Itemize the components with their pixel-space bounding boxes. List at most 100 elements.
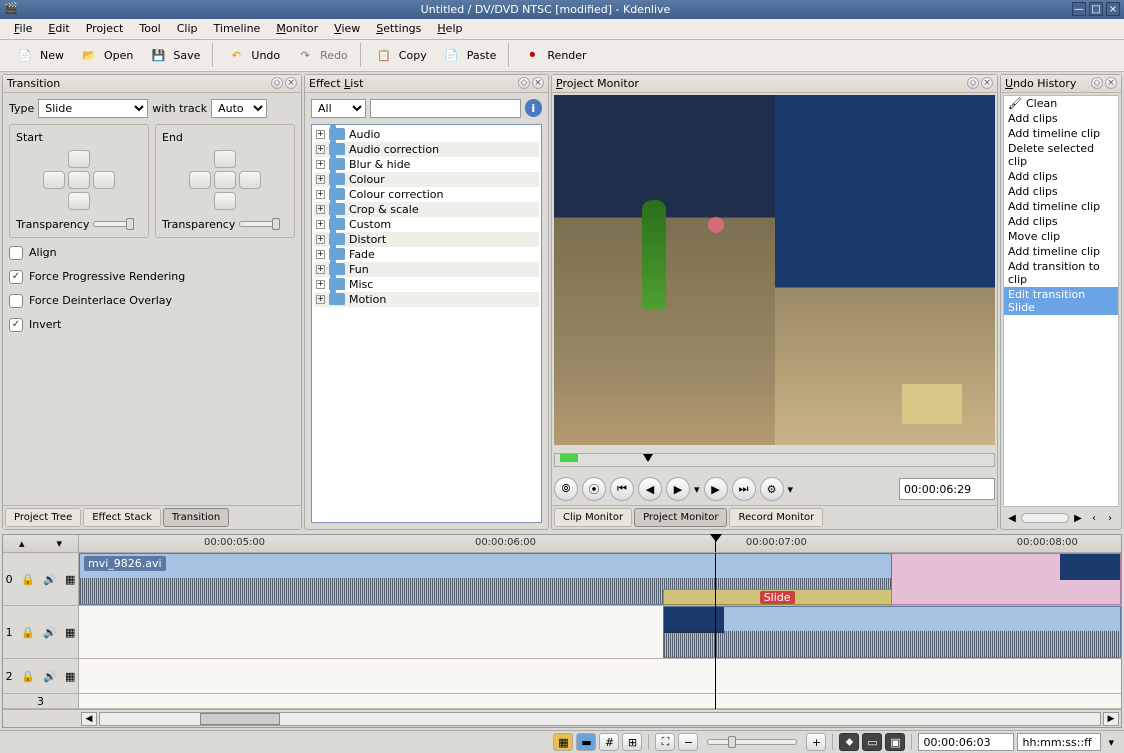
history-item[interactable]: Add timeline clip: [1004, 244, 1118, 259]
video-preview[interactable]: [554, 95, 995, 446]
effect-category[interactable]: +Custom: [314, 217, 539, 232]
end-right-button[interactable]: [239, 171, 261, 189]
play-dropdown[interactable]: ▾: [694, 483, 700, 496]
save-button[interactable]: 💾Save: [141, 41, 206, 69]
history-item[interactable]: Add transition to clip: [1004, 259, 1118, 287]
force-deinterlace-checkbox[interactable]: Force Deinterlace Overlay: [9, 292, 295, 310]
history-item[interactable]: Add clips: [1004, 184, 1118, 199]
monitor-timecode[interactable]: 00:00:06:29: [899, 478, 995, 500]
menu-file[interactable]: File: [6, 20, 40, 37]
expand-icon[interactable]: +: [316, 250, 325, 259]
menu-timeline[interactable]: Timeline: [206, 20, 269, 37]
start-right-button[interactable]: [93, 171, 115, 189]
timeline-scrollbar[interactable]: [99, 712, 1101, 726]
status-timecode[interactable]: 00:00:06:03: [918, 733, 1014, 751]
effect-category[interactable]: +Colour correction: [314, 187, 539, 202]
zoom-out-button[interactable]: −: [678, 733, 698, 751]
menu-edit[interactable]: Edit: [40, 20, 77, 37]
start-center-button[interactable]: [68, 171, 90, 189]
hist-scrollbar[interactable]: [1021, 513, 1069, 523]
expand-icon[interactable]: +: [316, 190, 325, 199]
open-button[interactable]: 📂Open: [72, 41, 139, 69]
history-item[interactable]: 🖌Clean: [1004, 96, 1118, 111]
timeline-scroll-right[interactable]: ▶: [1103, 712, 1119, 726]
effect-category[interactable]: +Crop & scale: [314, 202, 539, 217]
history-item[interactable]: Add timeline clip: [1004, 126, 1118, 141]
expand-icon[interactable]: +: [316, 145, 325, 154]
tab-project-monitor[interactable]: Project Monitor: [634, 508, 727, 527]
timeline-ruler[interactable]: 00:00:05:00 00:00:06:00 00:00:07:00 00:0…: [79, 535, 1121, 552]
panel-close-button[interactable]: ×: [981, 77, 993, 89]
lock-icon[interactable]: 🔒: [21, 626, 35, 639]
menu-clip[interactable]: Clip: [169, 20, 206, 37]
expand-icon[interactable]: +: [316, 235, 325, 244]
force-progressive-checkbox[interactable]: ✓Force Progressive Rendering: [9, 268, 295, 286]
history-list[interactable]: 🖌CleanAdd clipsAdd timeline clipDelete s…: [1003, 95, 1119, 508]
spacer-icon[interactable]: ▭: [862, 733, 882, 751]
go-start-button[interactable]: ⦾: [554, 477, 578, 501]
effect-category[interactable]: +Motion: [314, 292, 539, 307]
step-forward-button[interactable]: ▶: [704, 477, 728, 501]
effect-category[interactable]: +Misc: [314, 277, 539, 292]
end-left-button[interactable]: [189, 171, 211, 189]
thumbnails-icon[interactable]: ▦: [553, 733, 573, 751]
render-button[interactable]: ⏺Render: [515, 41, 592, 69]
history-item[interactable]: Move clip: [1004, 229, 1118, 244]
history-item[interactable]: Add clips: [1004, 214, 1118, 229]
history-item[interactable]: Delete selected clip: [1004, 141, 1118, 169]
effect-search-input[interactable]: [370, 99, 521, 118]
overwrite-icon[interactable]: ▣: [885, 733, 905, 751]
lock-icon[interactable]: 🔒: [21, 670, 35, 683]
end-up-button[interactable]: [214, 150, 236, 168]
audio-thumbnails-icon[interactable]: ▬: [576, 733, 596, 751]
menu-tool[interactable]: Tool: [131, 20, 168, 37]
status-format[interactable]: hh:mm:ss::ff: [1017, 733, 1101, 751]
track-1-body[interactable]: [79, 606, 1121, 658]
tab-effect-stack[interactable]: Effect Stack: [83, 508, 161, 527]
fast-forward-button[interactable]: ⏭: [732, 477, 756, 501]
mute-icon[interactable]: 🔊: [43, 670, 57, 683]
lock-icon[interactable]: 🔒: [21, 573, 35, 586]
hist-scroll-right[interactable]: ▶: [1071, 511, 1085, 525]
start-left-button[interactable]: [43, 171, 65, 189]
expand-icon[interactable]: +: [316, 205, 325, 214]
effect-category[interactable]: +Fade: [314, 247, 539, 262]
monitor-timebar[interactable]: [554, 453, 995, 467]
start-transp-slider[interactable]: [93, 221, 133, 227]
fit-zoom-icon[interactable]: ⛶: [655, 733, 675, 751]
zoom-in-icon[interactable]: ▴: [19, 537, 25, 550]
video-icon[interactable]: ▦: [65, 670, 75, 683]
panel-detach-button[interactable]: ◇: [1091, 77, 1103, 89]
end-center-button[interactable]: [214, 171, 236, 189]
keyframe-icon[interactable]: ⬥: [839, 733, 859, 751]
type-select[interactable]: Slide: [38, 99, 148, 118]
effect-category[interactable]: +Fun: [314, 262, 539, 277]
step-back-button[interactable]: ◀: [638, 477, 662, 501]
menu-view[interactable]: View: [326, 20, 368, 37]
history-item[interactable]: Edit transition Slide: [1004, 287, 1118, 315]
menu-settings[interactable]: Settings: [368, 20, 429, 37]
expand-icon[interactable]: +: [316, 130, 325, 139]
menu-help[interactable]: Help: [429, 20, 470, 37]
timeline-scroll-left[interactable]: ◀: [81, 712, 97, 726]
history-item[interactable]: Add clips: [1004, 111, 1118, 126]
zoom-out-icon[interactable]: ▾: [56, 537, 62, 550]
panel-detach-button[interactable]: ◇: [518, 77, 530, 89]
config-dropdown[interactable]: ▾: [788, 483, 794, 496]
tab-record-monitor[interactable]: Record Monitor: [729, 508, 823, 527]
expand-icon[interactable]: +: [316, 280, 325, 289]
panel-detach-button[interactable]: ◇: [271, 77, 283, 89]
panel-detach-button[interactable]: ◇: [967, 77, 979, 89]
menu-monitor[interactable]: Monitor: [268, 20, 326, 37]
go-end-button[interactable]: ⦿: [582, 477, 606, 501]
start-down-button[interactable]: [68, 192, 90, 210]
timeline-clip[interactable]: [663, 606, 1121, 658]
redo-button[interactable]: ↷Redo: [288, 41, 354, 69]
info-icon[interactable]: i: [525, 99, 542, 117]
paste-button[interactable]: 📄Paste: [435, 41, 503, 69]
play-button[interactable]: ▶: [666, 477, 690, 501]
hist-scroll-left[interactable]: ◀: [1005, 511, 1019, 525]
new-button[interactable]: 📄New: [8, 41, 70, 69]
zoom-slider[interactable]: [707, 739, 797, 745]
config-button[interactable]: ⚙: [760, 477, 784, 501]
